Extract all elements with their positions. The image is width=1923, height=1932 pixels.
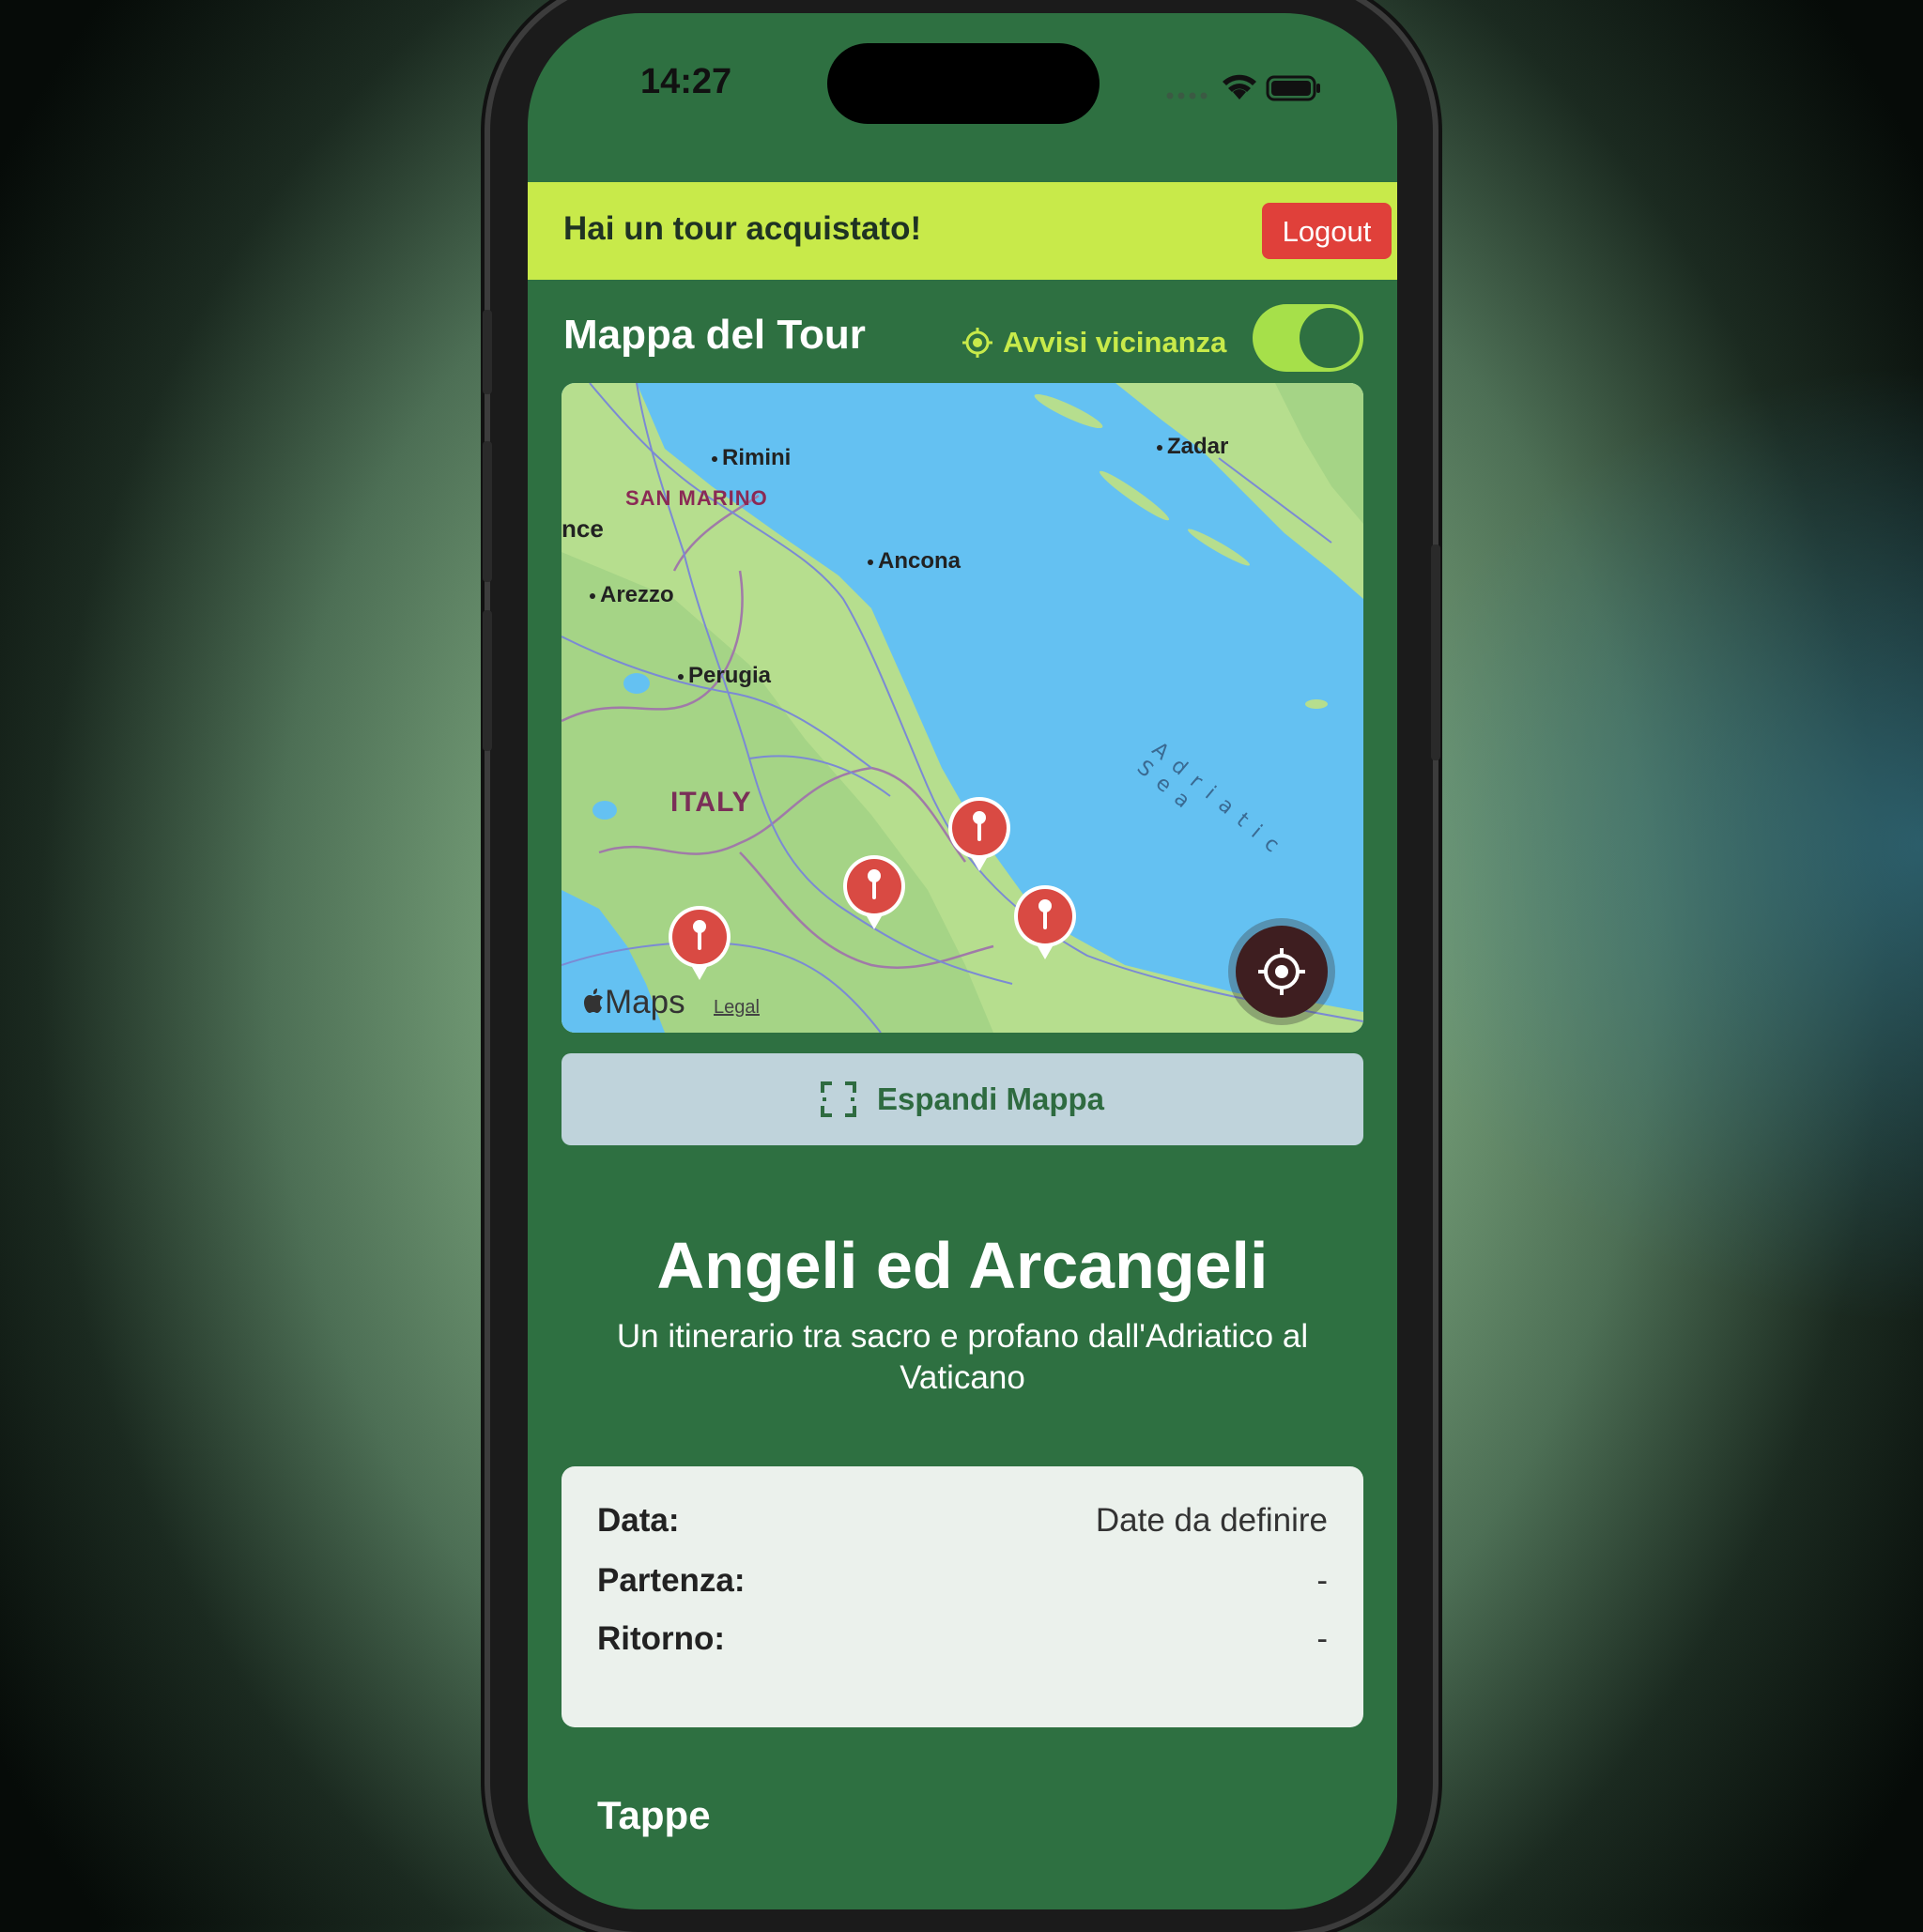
toggle-knob [1300, 308, 1360, 368]
phone-power-button [1431, 544, 1440, 760]
map-section-title: Mappa del Tour [563, 312, 866, 358]
date-row: Data: Date da definire [597, 1502, 1328, 1549]
signal-dots-icon [1166, 92, 1208, 100]
tour-subtitle: Un itinerario tra sacro e profano dall'A… [616, 1318, 1309, 1396]
dynamic-island [827, 43, 1100, 124]
map-pin-icon[interactable] [946, 792, 1012, 873]
expand-icon [820, 1081, 856, 1117]
apple-icon [584, 989, 603, 1013]
island-2 [1099, 470, 1170, 521]
tour-title: Angeli ed Arcangeli [656, 1229, 1269, 1302]
island-1 [1034, 393, 1103, 429]
crosshair-icon [1258, 948, 1305, 995]
departure-label: Partenza: [597, 1562, 746, 1599]
date-label: Data: [597, 1502, 680, 1539]
return-label: Ritorno: [597, 1620, 726, 1657]
label-italy: ITALY [670, 787, 752, 818]
stages-title: Tappe [597, 1793, 711, 1837]
lake-1 [623, 673, 650, 694]
city-arezzo: Arezzo [590, 582, 674, 608]
tour-details-card: Data: Date da definire Partenza: - Ritor… [562, 1466, 1363, 1727]
proximity-label-text: Avvisi vicinanza [1003, 326, 1227, 359]
lake-2 [592, 801, 617, 820]
logout-button[interactable]: Logout [1262, 203, 1392, 259]
app-screen: 14:27 Hai un tour acquistato! Logout Map… [528, 13, 1397, 1909]
status-time: 14:27 [640, 62, 732, 101]
proximity-alerts-label: Avvisi vicinanza [962, 319, 1226, 366]
map-pin-icon[interactable] [841, 851, 907, 931]
map-pin-icon[interactable] [667, 901, 732, 982]
phone-side-button [483, 310, 492, 394]
city-ancona: Ancona [868, 548, 961, 575]
label-san-marino: SAN MARINO [625, 486, 768, 510]
apple-maps-logo: Maps [582, 984, 685, 1021]
island-4 [1305, 699, 1328, 709]
map-legal-link[interactable]: Legal [714, 997, 760, 1019]
return-value: - [1316, 1620, 1328, 1657]
proximity-toggle[interactable] [1253, 304, 1363, 372]
label-nce: nce [562, 514, 604, 543]
island-3 [1187, 529, 1251, 566]
status-icons [1162, 68, 1322, 110]
location-target-icon [962, 328, 992, 358]
phone-volume-up [483, 441, 492, 582]
tour-map[interactable]: Rimini Zadar Ancona Arezzo Perugia SAN M… [562, 383, 1363, 1033]
expand-map-label: Espandi Mappa [876, 1081, 1105, 1116]
departure-row: Partenza: - [597, 1562, 1328, 1609]
city-rimini: Rimini [712, 445, 791, 471]
wifi-icon [1223, 74, 1256, 100]
expand-map-button[interactable]: Espandi Mappa [562, 1053, 1363, 1145]
map-pin-icon[interactable] [1012, 881, 1078, 961]
phone-volume-down [483, 610, 492, 751]
city-zadar: Zadar [1157, 434, 1228, 460]
banner-text: Hai un tour acquistato! [563, 210, 922, 247]
date-value: Date da definire [1095, 1502, 1328, 1539]
return-row: Ritorno: - [597, 1620, 1328, 1667]
departure-value: - [1316, 1562, 1328, 1599]
locate-me-button[interactable] [1236, 926, 1328, 1018]
battery-icon [1266, 75, 1320, 101]
purchase-banner: Hai un tour acquistato! Logout [528, 182, 1397, 280]
city-perugia: Perugia [678, 663, 771, 689]
